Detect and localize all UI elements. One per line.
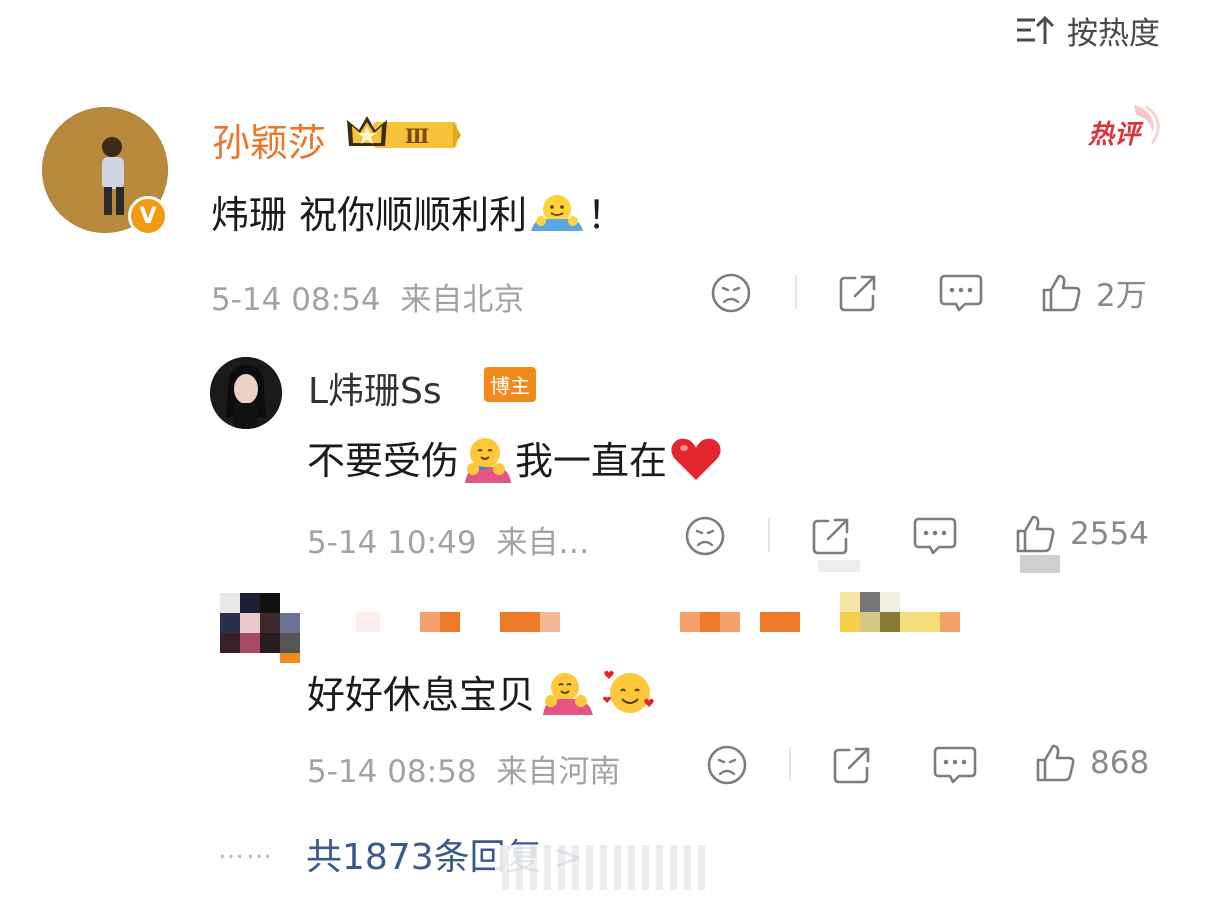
blogger-tag: 博主 — [484, 367, 536, 402]
like-count: 868 — [1090, 745, 1150, 781]
thumbs-up-icon — [1036, 744, 1075, 782]
reply-text: 不要受伤 我一直在 — [307, 430, 725, 494]
sad-face-icon[interactable] — [684, 515, 726, 557]
sort-icon — [1017, 15, 1055, 44]
like-count: 2万 — [1096, 278, 1147, 314]
author-name[interactable]: 孙颖莎 — [212, 112, 326, 167]
divider — [789, 747, 791, 781]
reply-time: 5-14 08:58 — [307, 754, 477, 790]
smiling-face-with-hearts-emoji-icon — [601, 669, 659, 726]
reply-location: 来自河南 — [496, 754, 621, 790]
comment-location: 来自北京 — [400, 282, 525, 318]
reply-avatar[interactable] — [210, 357, 282, 429]
comment-icon[interactable] — [939, 272, 983, 314]
comment-punctuation: ！ — [587, 193, 626, 237]
sort-label: 按热度 — [1067, 16, 1160, 52]
verified-badge-icon: V — [128, 196, 168, 236]
comment-time: 5-14 08:54 — [211, 282, 381, 318]
level-label: Ⅲ — [405, 124, 429, 148]
comment-text: 炜珊 祝你顺顺利利 ！ — [211, 184, 625, 244]
divider — [795, 275, 797, 309]
reply-meta: 5-14 10:49 来自… — [307, 517, 589, 562]
like-count: 2554 — [1070, 516, 1149, 552]
reply-body-part2: 我一直在 — [515, 439, 668, 483]
hug-emoji-icon — [527, 191, 587, 244]
reply-meta: 5-14 08:58 来自河南 — [307, 746, 620, 791]
sort-by-heat-button[interactable]: 按热度 — [1015, 8, 1160, 53]
sad-face-icon[interactable] — [710, 272, 752, 314]
share-icon[interactable] — [831, 744, 873, 786]
thumbs-up-icon — [1016, 515, 1055, 553]
avatar-image — [210, 357, 282, 429]
comment-meta: 5-14 08:54 来自北京 — [211, 274, 524, 319]
comment-icon[interactable] — [933, 744, 977, 786]
mosaic-blur — [818, 560, 860, 572]
reply-body: 好好休息宝贝 — [307, 673, 536, 717]
comment-body: 炜珊 祝你顺顺利利 — [211, 193, 528, 237]
more-replies-dots: …… — [218, 835, 274, 865]
comment-icon[interactable] — [913, 515, 957, 557]
like-button[interactable]: 2万 — [1040, 270, 1147, 315]
hot-comment-badge: 热评 — [1087, 105, 1160, 150]
hugging-face-emoji-icon — [459, 433, 515, 494]
sad-face-icon[interactable] — [706, 744, 748, 786]
pixelated-author-name — [356, 592, 966, 634]
reply-author-name[interactable]: L炜珊Ss — [308, 362, 442, 414]
pixelated-avatar[interactable] — [220, 593, 300, 663]
hot-comment-label: 热评 — [1087, 120, 1144, 150]
reply-body-part1: 不要受伤 — [307, 439, 460, 483]
hugging-face-emoji-icon — [535, 669, 601, 726]
reply-time: 5-14 10:49 — [307, 525, 477, 561]
vip-crown-level-badge-icon: Ⅲ — [347, 116, 461, 148]
reply-text: 好好休息宝贝 — [307, 664, 659, 726]
reply-location: 来自… — [496, 525, 590, 561]
mosaic-blur — [495, 845, 710, 890]
divider — [768, 518, 770, 552]
share-icon[interactable] — [837, 272, 879, 314]
thumbs-up-icon — [1042, 274, 1081, 311]
mosaic-blur — [1020, 555, 1060, 573]
red-heart-emoji-icon — [667, 434, 725, 493]
share-icon[interactable] — [810, 515, 852, 557]
like-button[interactable]: 868 — [1034, 742, 1149, 784]
like-button[interactable]: 2554 — [1014, 513, 1149, 555]
